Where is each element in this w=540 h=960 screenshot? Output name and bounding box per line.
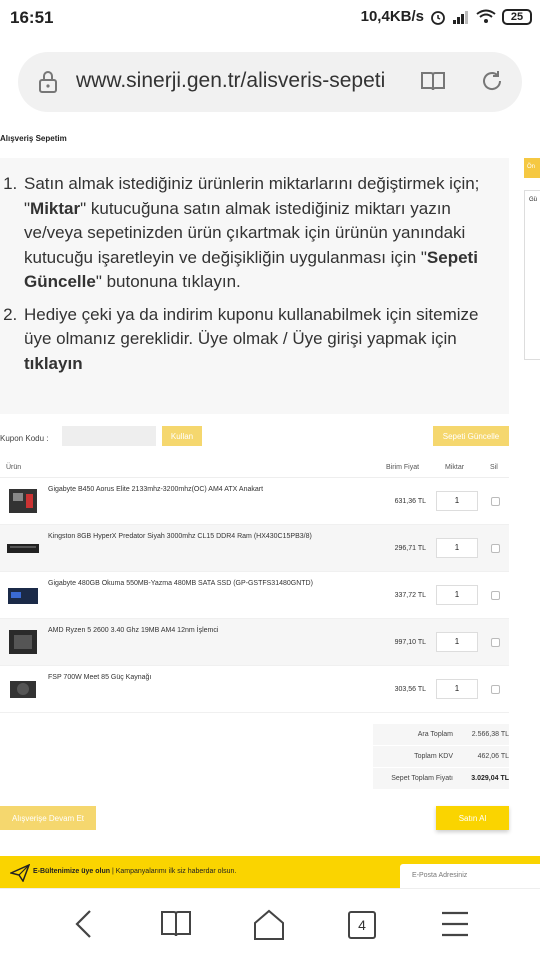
cart-totals: Ara Toplam 2.566,38 TL Toplam KDV 462,06 T… bbox=[373, 724, 509, 790]
instructions-list: Satın almak istediğiniz ürünlerin miktar… bbox=[22, 172, 492, 384]
delete-checkbox[interactable] bbox=[491, 497, 500, 506]
product-image bbox=[8, 588, 38, 604]
instruction-item-1: Satın almak istediğiniz ürünlerin miktar… bbox=[22, 172, 492, 295]
url-text[interactable]: www.sinerji.gen.tr/alisveris-sepeti bbox=[76, 69, 396, 93]
product-image bbox=[9, 489, 37, 513]
coupon-label: Kupon Kodu : bbox=[0, 434, 49, 443]
table-row: Gigabyte B450 Aorus Elite 2133mhz-3200mh… bbox=[0, 478, 509, 525]
unit-price: 631,36 TL bbox=[394, 498, 426, 505]
battery-indicator: 25 bbox=[502, 8, 532, 25]
menu-icon[interactable] bbox=[440, 909, 470, 939]
vat-row: Toplam KDV 462,06 TL bbox=[373, 746, 509, 767]
buy-button[interactable]: Satın Al bbox=[436, 806, 509, 830]
quantity-input[interactable]: 1 bbox=[436, 679, 478, 699]
quantity-input[interactable]: 1 bbox=[436, 538, 478, 558]
address-bar[interactable]: www.sinerji.gen.tr/alisveris-sepeti bbox=[18, 52, 522, 112]
cart-header: Ürün Birim Fiyat Miktar Sil bbox=[0, 458, 509, 478]
quantity-input[interactable]: 1 bbox=[436, 491, 478, 511]
paper-plane-icon bbox=[10, 864, 30, 882]
bookmarks-icon[interactable] bbox=[160, 909, 192, 939]
back-icon[interactable] bbox=[72, 909, 96, 939]
reload-icon[interactable] bbox=[480, 69, 504, 93]
product-image bbox=[9, 630, 37, 654]
reader-mode-icon[interactable] bbox=[420, 70, 446, 92]
clock: 16:51 bbox=[10, 8, 54, 27]
home-icon[interactable] bbox=[253, 909, 285, 941]
instructions-box: Satın almak istediğiniz ürünlerin miktar… bbox=[0, 158, 509, 414]
status-bar: 16:51 10,4KB/s 25 bbox=[0, 0, 540, 40]
product-image bbox=[7, 544, 39, 553]
login-link[interactable]: tıklayın bbox=[24, 354, 83, 373]
unit-price: 303,56 TL bbox=[394, 686, 426, 693]
table-row: Kingston 8GB HyperX Predator Siyah 3000m… bbox=[0, 525, 509, 572]
quantity-input[interactable]: 1 bbox=[436, 585, 478, 605]
newsletter-bar: E-Bültenimize üye olun | Kampanyalarımı … bbox=[0, 856, 540, 888]
signal-icon bbox=[453, 10, 468, 24]
quantity-input[interactable]: 1 bbox=[436, 632, 478, 652]
web-page: Alışveriş Sepetim Satın almak istediğini… bbox=[0, 120, 540, 888]
delete-checkbox[interactable] bbox=[491, 544, 500, 553]
product-name[interactable]: Gigabyte B450 Aorus Elite 2133mhz-3200mh… bbox=[48, 485, 318, 494]
newsletter-email-input[interactable]: E-Posta Adresiniz bbox=[400, 864, 540, 888]
unit-price: 296,71 TL bbox=[394, 545, 426, 552]
unit-price: 337,72 TL bbox=[394, 592, 426, 599]
lock-icon bbox=[39, 71, 57, 93]
product-name[interactable]: Gigabyte 480GB Okuma 550MB-Yazma 480MB S… bbox=[48, 579, 318, 588]
product-name[interactable]: AMD Ryzen 5 2600 3.40 Ghz 19MB AM4 12nm … bbox=[48, 626, 318, 635]
delete-checkbox[interactable] bbox=[491, 591, 500, 600]
grand-total-row: Sepet Toplam Fiyatı 3.029,04 TL bbox=[373, 768, 509, 789]
side-panel-button[interactable]: Ön bbox=[524, 158, 540, 178]
coupon-input[interactable] bbox=[62, 426, 156, 446]
instruction-item-2: Hediye çeki ya da indirim kuponu kullana… bbox=[22, 303, 492, 377]
browser-nav-bar: 4 bbox=[0, 888, 540, 960]
product-name[interactable]: FSP 700W Meet 85 Güç Kaynağı bbox=[48, 673, 318, 682]
alarm-icon bbox=[431, 10, 445, 25]
apply-coupon-button[interactable]: Kullan bbox=[162, 426, 202, 446]
page-title: Alışveriş Sepetim bbox=[0, 134, 67, 143]
network-speed: 10,4KB/s bbox=[360, 8, 424, 25]
newsletter-text: E-Bültenimize üye olun | Kampanyalarımı … bbox=[33, 868, 237, 875]
table-row: FSP 700W Meet 85 Güç Kaynağı 303,56 TL 1 bbox=[0, 666, 509, 713]
continue-shopping-button[interactable]: Alışverişe Devam Et bbox=[0, 806, 96, 830]
tabs-button[interactable]: 4 bbox=[348, 911, 376, 939]
side-panel: Gü bbox=[524, 190, 540, 360]
product-image bbox=[10, 681, 36, 698]
delete-checkbox[interactable] bbox=[491, 638, 500, 647]
wifi-icon bbox=[476, 9, 496, 23]
product-name[interactable]: Kingston 8GB HyperX Predator Siyah 3000m… bbox=[48, 532, 318, 541]
unit-price: 997,10 TL bbox=[394, 639, 426, 646]
update-cart-button[interactable]: Sepeti Güncelle bbox=[433, 426, 509, 446]
table-row: Gigabyte 480GB Okuma 550MB-Yazma 480MB S… bbox=[0, 572, 509, 619]
cart-table: Ürün Birim Fiyat Miktar Sil Gigabyte B45… bbox=[0, 458, 509, 713]
table-row: AMD Ryzen 5 2600 3.40 Ghz 19MB AM4 12nm … bbox=[0, 619, 509, 666]
delete-checkbox[interactable] bbox=[491, 685, 500, 694]
subtotal-row: Ara Toplam 2.566,38 TL bbox=[373, 724, 509, 745]
status-indicators: 10,4KB/s 25 bbox=[361, 8, 532, 25]
